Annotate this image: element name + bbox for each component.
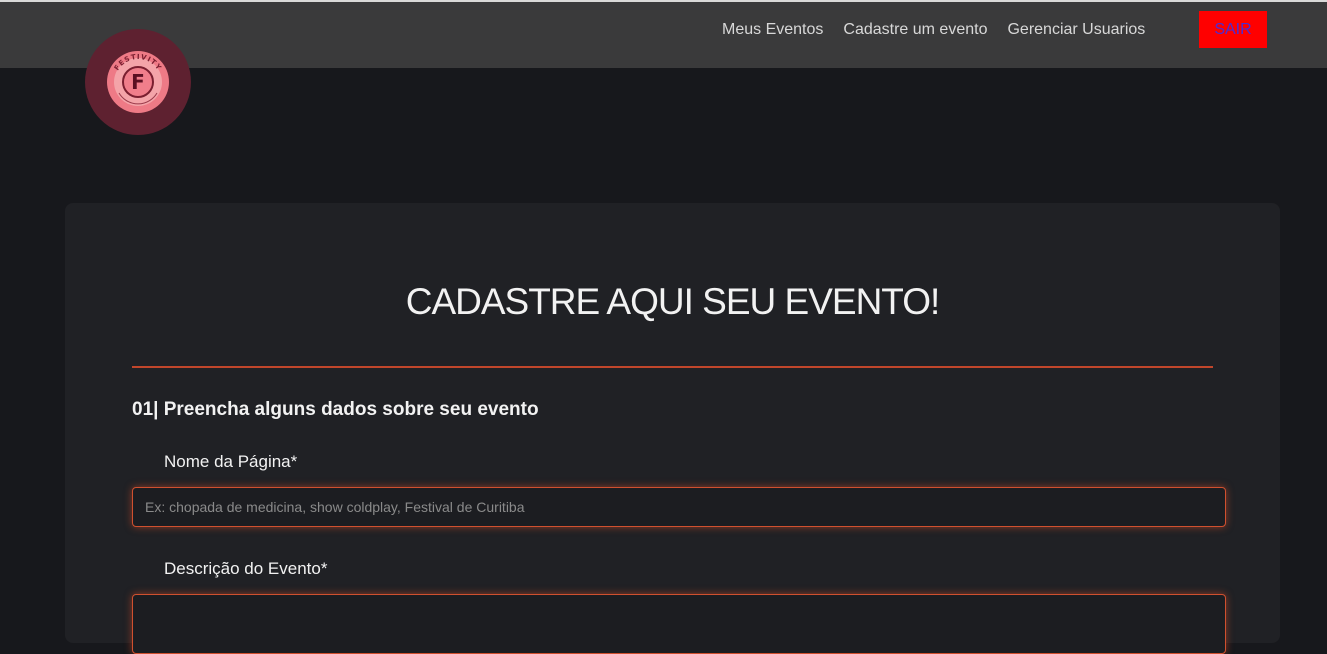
logo-badge-icon: FESTIVITY F <box>107 51 169 113</box>
page-name-input[interactable] <box>132 487 1226 527</box>
nav-link-cadastre-evento[interactable]: Cadastre um evento <box>843 21 987 39</box>
nav-link-gerenciar-usuarios[interactable]: Gerenciar Usuarios <box>1007 21 1145 39</box>
step-title: 01| Preencha alguns dados sobre seu even… <box>132 399 539 420</box>
nav-links: Meus Eventos Cadastre um evento Gerencia… <box>712 2 1155 58</box>
festivity-logo[interactable]: FESTIVITY F <box>85 29 191 135</box>
navbar: Meus Eventos Cadastre um evento Gerencia… <box>0 2 1327 68</box>
logout-button[interactable]: SAIR <box>1199 11 1267 48</box>
event-description-label: Descrição do Evento* <box>164 559 328 578</box>
page-title: CADASTRE AQUI SEU EVENTO! <box>405 281 941 322</box>
event-description-input[interactable] <box>132 594 1226 654</box>
page-name-label: Nome da Página* <box>164 452 298 471</box>
svg-text:F: F <box>131 70 145 94</box>
nav-link-meus-eventos[interactable]: Meus Eventos <box>722 21 823 39</box>
title-divider <box>132 366 1213 368</box>
